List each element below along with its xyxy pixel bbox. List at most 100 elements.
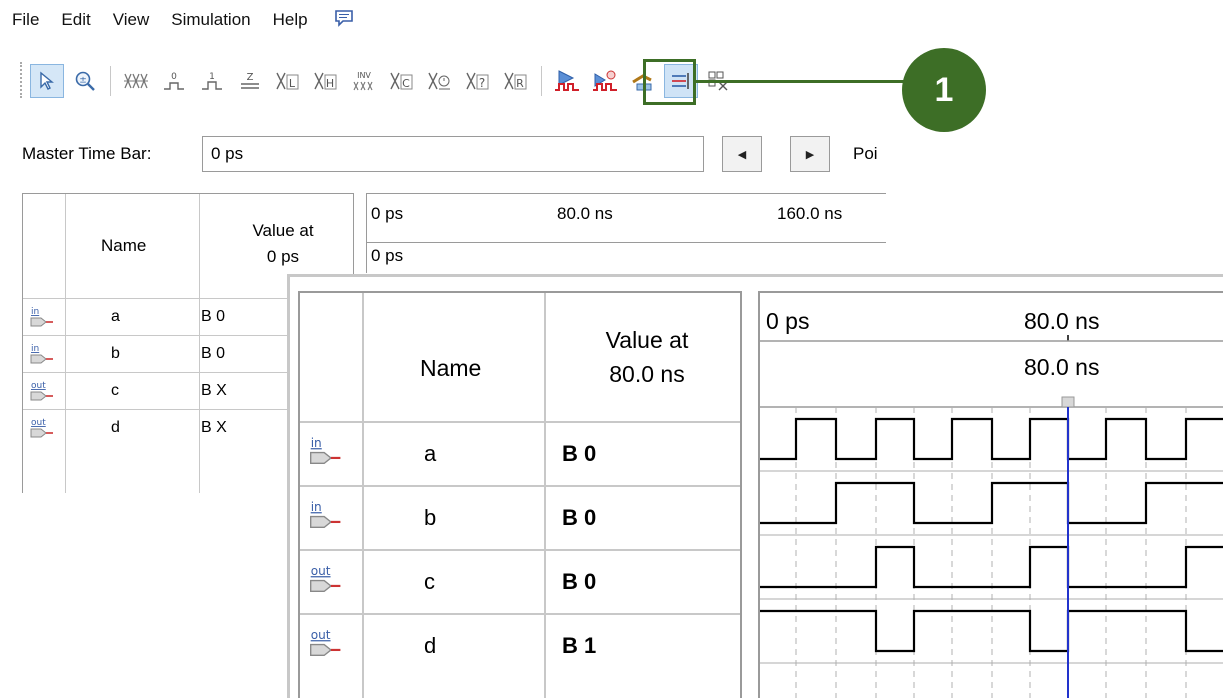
signal-value: B X: [201, 382, 227, 399]
signal-row-b[interactable]: in b B 0: [300, 485, 740, 549]
menu-help[interactable]: Help: [273, 10, 308, 30]
count-value-button[interactable]: C: [385, 64, 419, 98]
callout-badge: 1: [902, 48, 986, 132]
signal-name: b: [424, 505, 437, 530]
callout-line: [696, 80, 906, 83]
signal-name: d: [424, 633, 437, 658]
signal-name: c: [111, 382, 119, 399]
input-pin-icon: in: [29, 305, 55, 331]
zoomed-waveform-panel[interactable]: 0 ps 80.0 ns 80.0 ns: [758, 291, 1223, 698]
value-header-line2: 0 ps: [266, 247, 300, 266]
tick-label: 0 ps: [766, 308, 809, 334]
svg-text:in: in: [311, 500, 322, 514]
signal-row-a[interactable]: in a B 0: [300, 421, 740, 485]
left-arrow-icon: ◀: [737, 147, 747, 161]
run-functional-simulation-button[interactable]: [550, 64, 584, 98]
input-pin-icon: in: [308, 435, 343, 470]
svg-text:in: in: [311, 436, 322, 450]
value-header-line2: 80.0 ns: [609, 361, 685, 387]
signal-name: d: [111, 419, 120, 436]
signal-row-d[interactable]: out d B 1: [300, 613, 740, 677]
name-column-header: Name: [101, 236, 147, 255]
weak-high-icon: H: [314, 72, 337, 90]
input-pin-icon: in: [308, 499, 343, 534]
menu-bar: File Edit View Simulation Help: [0, 0, 880, 40]
menu-edit[interactable]: Edit: [61, 10, 90, 30]
forcing-unknown-icon: [124, 73, 148, 89]
weak-low-button[interactable]: L: [271, 64, 305, 98]
output-pin-icon: out: [29, 379, 55, 405]
svg-text:in: in: [31, 307, 39, 317]
high-impedance-button[interactable]: Z: [233, 64, 267, 98]
random-value-button[interactable]: R: [499, 64, 533, 98]
clock-icon: [428, 72, 450, 90]
invert-button[interactable]: INV: [347, 64, 381, 98]
svg-text:L: L: [289, 77, 296, 90]
signal-value: B 0: [562, 441, 597, 466]
arbitrary-value-button[interactable]: ?: [461, 64, 495, 98]
signal-value: B 1: [562, 633, 597, 658]
output-pin-icon: out: [29, 416, 55, 442]
waveform-timeline[interactable]: 0 ps 80.0 ns 160.0 ns 0 ps: [366, 193, 886, 273]
previous-transition-button[interactable]: ◀: [722, 136, 762, 172]
feedback-icon[interactable]: [334, 9, 354, 32]
svg-text:0: 0: [171, 72, 177, 82]
signal-waveform-a: [760, 417, 1223, 461]
run-functional-simulation-icon: [555, 70, 579, 91]
tick-label: 0 ps: [371, 204, 404, 223]
run-timing-simulation-button[interactable]: [588, 64, 622, 98]
svg-text:INV: INV: [357, 71, 371, 80]
svg-text:out: out: [31, 418, 46, 428]
signal-value: B 0: [201, 345, 226, 362]
weak-high-button[interactable]: H: [309, 64, 343, 98]
signal-name: c: [424, 569, 435, 594]
zoomed-signal-table: Name Value at 80.0 ns in a B 0 in b B 0 ou…: [298, 291, 742, 698]
arbitrary-value-icon: ?: [466, 72, 489, 90]
pointer-label: Poi: [853, 144, 878, 163]
svg-text:out: out: [311, 628, 331, 642]
weak-low-icon: L: [276, 72, 299, 90]
svg-text:?: ?: [479, 76, 485, 90]
right-arrow-icon: ▶: [805, 147, 815, 161]
master-time-bar-label: Master Time Bar:: [22, 144, 152, 163]
menu-simulation[interactable]: Simulation: [171, 10, 250, 30]
zoom-icon: ±: [75, 71, 95, 91]
signal-value: B 0: [562, 505, 597, 530]
zoom-tool-button[interactable]: ±: [68, 64, 102, 98]
signal-row-c[interactable]: out c B 0: [300, 549, 740, 613]
signal-name: b: [111, 345, 120, 362]
value-column-header: Value at 80.0 ns: [562, 323, 732, 391]
tick-label: 80.0 ns: [557, 204, 613, 223]
forcing-unknown-button[interactable]: [119, 64, 153, 98]
random-value-icon: R: [504, 72, 527, 90]
signal-value: B X: [201, 419, 227, 436]
toolbar-separator: [541, 66, 542, 96]
svg-text:C: C: [402, 77, 410, 90]
value-column-header: Value at 0 ps: [228, 218, 338, 270]
signal-value: B 0: [201, 308, 226, 325]
master-time-bar-input[interactable]: 0 ps: [202, 136, 704, 172]
name-column-header: Name: [420, 355, 482, 381]
zoomed-waveform-view: Name Value at 80.0 ns in a B 0 in b B 0 ou…: [287, 274, 1223, 698]
forcing-low-button[interactable]: 0: [157, 64, 191, 98]
next-transition-button[interactable]: ▶: [790, 136, 830, 172]
count-value-icon: C: [390, 72, 413, 90]
menu-view[interactable]: View: [113, 10, 150, 30]
forcing-high-button[interactable]: 1: [195, 64, 229, 98]
pointer-tool-button[interactable]: [30, 64, 64, 98]
output-pin-icon: out: [308, 627, 343, 662]
svg-text:±: ±: [79, 76, 87, 86]
cursor-handle: [1061, 396, 1075, 408]
pointer-icon: [40, 71, 54, 90]
cursor-time-label: 0 ps: [371, 246, 404, 265]
run-timing-simulation-icon: [593, 70, 617, 91]
output-pin-icon: out: [308, 563, 343, 598]
tick-label: 160.0 ns: [777, 204, 843, 223]
svg-text:out: out: [31, 381, 46, 391]
signal-name: a: [111, 308, 120, 325]
cursor-time-label: 80.0 ns: [1024, 354, 1099, 380]
menu-file[interactable]: File: [12, 10, 39, 30]
high-impedance-icon: Z: [241, 72, 259, 89]
clock-button[interactable]: [423, 64, 457, 98]
signal-waveform-b: [760, 481, 1223, 525]
